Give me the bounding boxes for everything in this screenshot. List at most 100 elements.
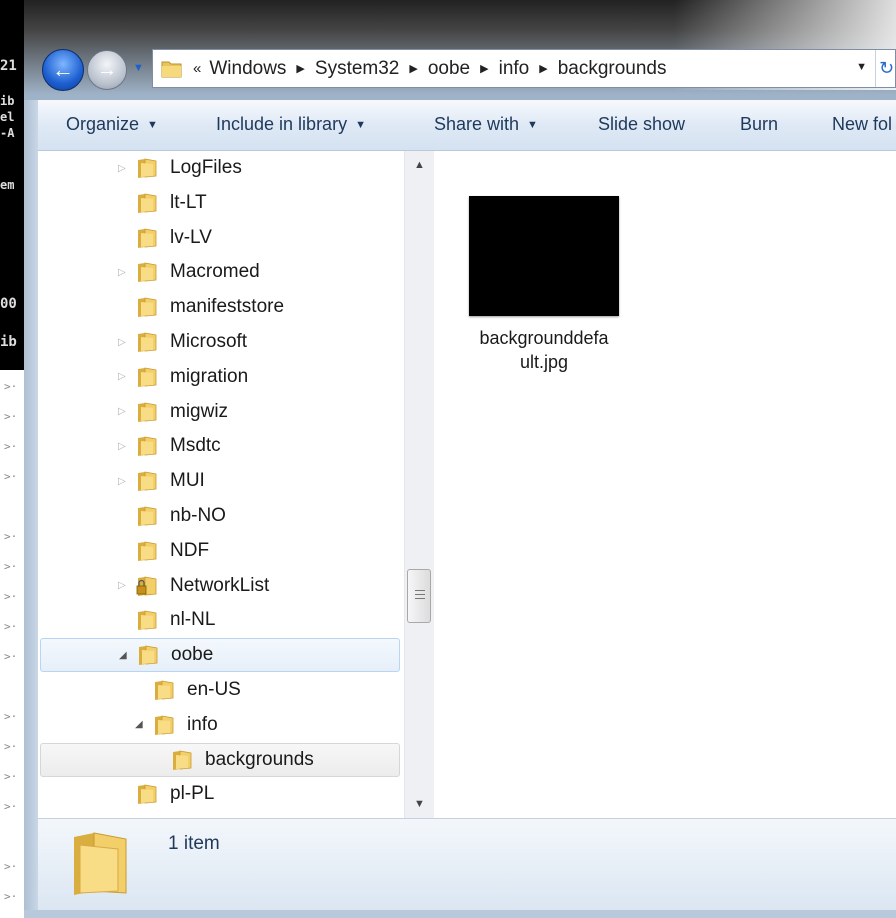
breadcrumb-arrow-icon[interactable]: ▶ — [409, 62, 417, 75]
file-name: backgrounddefa ult.jpg — [464, 326, 624, 374]
file-name-line: ult.jpg — [519, 352, 569, 372]
tree-expand-icon[interactable]: ▷ — [118, 406, 128, 417]
tree-item-label: NetworkList — [170, 574, 270, 596]
tree-item-msdtc[interactable]: ▷ Msdtc — [118, 429, 221, 463]
chevron-down-icon: ▼ — [355, 118, 366, 131]
folder-icon — [138, 541, 157, 561]
tree-item-label: nl-NL — [170, 609, 216, 631]
tree-item-backgrounds[interactable]: backgrounds — [40, 742, 400, 777]
recent-pages-dropdown[interactable]: ▼ — [133, 62, 147, 76]
terminal-text: ib — [0, 334, 17, 350]
terminal-text: ib — [0, 94, 15, 108]
new-folder-button[interactable]: New fol — [832, 114, 892, 135]
details-pane: 1 item — [38, 818, 896, 911]
terminal-text: 00 — [0, 296, 17, 312]
tree-collapse-icon[interactable]: ◢ — [119, 650, 129, 661]
organize-button[interactable]: Organize ▼ — [66, 114, 158, 135]
tree-item-macromed[interactable]: ▷ Macromed — [118, 255, 260, 289]
tree-item-ndf[interactable]: NDF — [118, 534, 209, 568]
chevron-down-icon: ▼ — [527, 118, 538, 131]
breadcrumb-info[interactable]: info — [499, 58, 530, 80]
tree-expand-icon[interactable]: ▷ — [118, 371, 128, 382]
folder-icon — [155, 680, 174, 700]
folder-icon — [138, 610, 157, 631]
tree-item-migration[interactable]: ▷ migration — [118, 360, 248, 394]
tree-expand-icon[interactable]: ▷ — [118, 267, 128, 278]
newfolder-label: New fol — [832, 114, 893, 134]
tree-item-nl-nl[interactable]: nl-NL — [118, 603, 215, 637]
arrow-left-icon: ← — [52, 57, 74, 82]
include-in-library-button[interactable]: Include in library ▼ — [216, 114, 366, 135]
tree-item-label: backgrounds — [205, 748, 314, 770]
tree-item-networklist[interactable]: ▷ NetworkList — [118, 569, 269, 603]
tree-expand-icon[interactable]: ▷ — [118, 337, 128, 348]
folder-icon — [138, 436, 157, 457]
file-item[interactable]: backgrounddefa ult.jpg — [464, 196, 624, 374]
tree-item-en-us[interactable]: en-US — [135, 673, 241, 707]
breadcrumb-system32[interactable]: System32 — [315, 58, 399, 80]
tree-item-lt-lt[interactable]: lt-LT — [118, 186, 207, 220]
forward-button[interactable]: → — [87, 50, 127, 90]
folder-icon — [161, 61, 182, 77]
breadcrumb-arrow-icon[interactable]: ▶ — [539, 62, 547, 75]
breadcrumb-overflow[interactable]: « — [193, 60, 201, 77]
address-history-dropdown[interactable]: ▼ — [856, 61, 867, 73]
breadcrumb-oobe[interactable]: oobe — [428, 58, 470, 80]
scrollbar-thumb[interactable] — [407, 569, 431, 623]
folder-icon — [138, 297, 157, 318]
scroll-up-arrow-icon[interactable]: ▲ — [405, 151, 434, 179]
tree-item-lv-lv[interactable]: lv-LV — [118, 221, 212, 255]
tree-expand-icon[interactable]: ▷ — [118, 163, 128, 174]
tree-item-label: MUI — [170, 470, 205, 492]
file-name-line: backgrounddefa — [479, 328, 609, 348]
folder-icon — [138, 471, 157, 492]
folder-icon — [155, 715, 174, 735]
slide-show-button[interactable]: Slide show — [598, 114, 685, 135]
tree-item-label: Msdtc — [170, 435, 221, 457]
window-frame-left — [24, 100, 38, 918]
tree-item-logfiles[interactable]: ▷ LogFiles — [118, 151, 242, 185]
tree-collapse-icon[interactable]: ◢ — [135, 719, 145, 730]
tree-expand-icon[interactable]: ▷ — [118, 580, 128, 591]
burn-button[interactable]: Burn — [740, 114, 778, 135]
breadcrumb-windows[interactable]: Windows — [209, 58, 286, 80]
navigation-pane: ▷ LogFiles lt-LT lv-LV ▷ Macromed manifeststor… — [38, 151, 434, 818]
share-with-button[interactable]: Share with ▼ — [434, 114, 538, 135]
scroll-down-arrow-icon[interactable]: ▼ — [405, 790, 434, 818]
tree-item-oobe[interactable]: ◢ oobe — [40, 638, 400, 673]
tree-item-label: oobe — [171, 644, 214, 666]
breadcrumb-arrow-icon[interactable]: ▶ — [296, 62, 304, 75]
command-bar: Organize ▼ Include in library ▼ Share with… — [38, 100, 896, 151]
tree-item-nb-no[interactable]: nb-NO — [118, 499, 226, 533]
tree-item-label: Macromed — [170, 261, 260, 283]
folder-icon — [138, 402, 157, 422]
folder-icon — [138, 784, 157, 805]
address-bar[interactable]: « Windows ▶ System32 ▶ oobe ▶ info ▶ bac… — [152, 49, 896, 88]
folder-icon — [138, 367, 157, 387]
folder-icon — [74, 832, 127, 895]
terminal-text: 21 — [0, 58, 17, 74]
terminal-text: -A — [0, 126, 15, 140]
back-button[interactable]: ← — [42, 49, 84, 91]
breadcrumb-arrow-icon[interactable]: ▶ — [480, 62, 488, 75]
tree-expand-icon[interactable]: ▷ — [118, 476, 128, 487]
folder-icon — [138, 228, 157, 248]
tree-item-label: nb-NO — [170, 505, 226, 526]
tree-item-microsoft[interactable]: ▷ Microsoft — [118, 325, 247, 359]
share-label: Share with — [434, 114, 520, 134]
tree-expand-icon[interactable]: ▷ — [118, 441, 128, 452]
tree-item-pl-pl[interactable]: pl-PL — [118, 777, 214, 811]
breadcrumb-backgrounds[interactable]: backgrounds — [558, 58, 667, 80]
tree-item-mui[interactable]: ▷ MUI — [118, 464, 205, 498]
file-thumbnail[interactable] — [469, 196, 619, 316]
tree-item-manifeststore[interactable]: manifeststore — [118, 290, 284, 324]
tree-item-label: en-US — [187, 679, 241, 700]
locked-folder-icon — [136, 576, 157, 596]
refresh-icon[interactable]: ↻ — [875, 50, 895, 87]
terminal-text: em — [0, 178, 15, 192]
tree-item-migwiz[interactable]: ▷ migwiz — [118, 395, 228, 429]
tree-item-info[interactable]: ◢ info — [135, 708, 218, 742]
nav-pane-scrollbar[interactable]: ▲ ▼ — [404, 151, 434, 818]
tree-item-label: Microsoft — [170, 331, 248, 352]
file-list-view: backgrounddefa ult.jpg — [434, 151, 896, 818]
